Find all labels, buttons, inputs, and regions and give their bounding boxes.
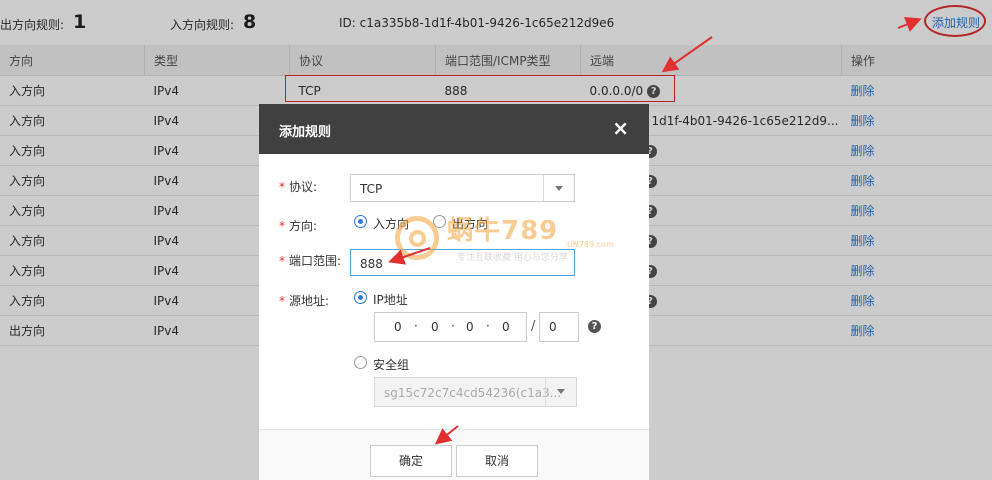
annotation-arrows [388, 17, 922, 445]
arrow-to-port-input [388, 247, 431, 265]
arrow-to-highlight [661, 36, 713, 73]
arrow-to-add-rule [897, 17, 922, 32]
arrow-to-confirm-button [434, 425, 459, 445]
